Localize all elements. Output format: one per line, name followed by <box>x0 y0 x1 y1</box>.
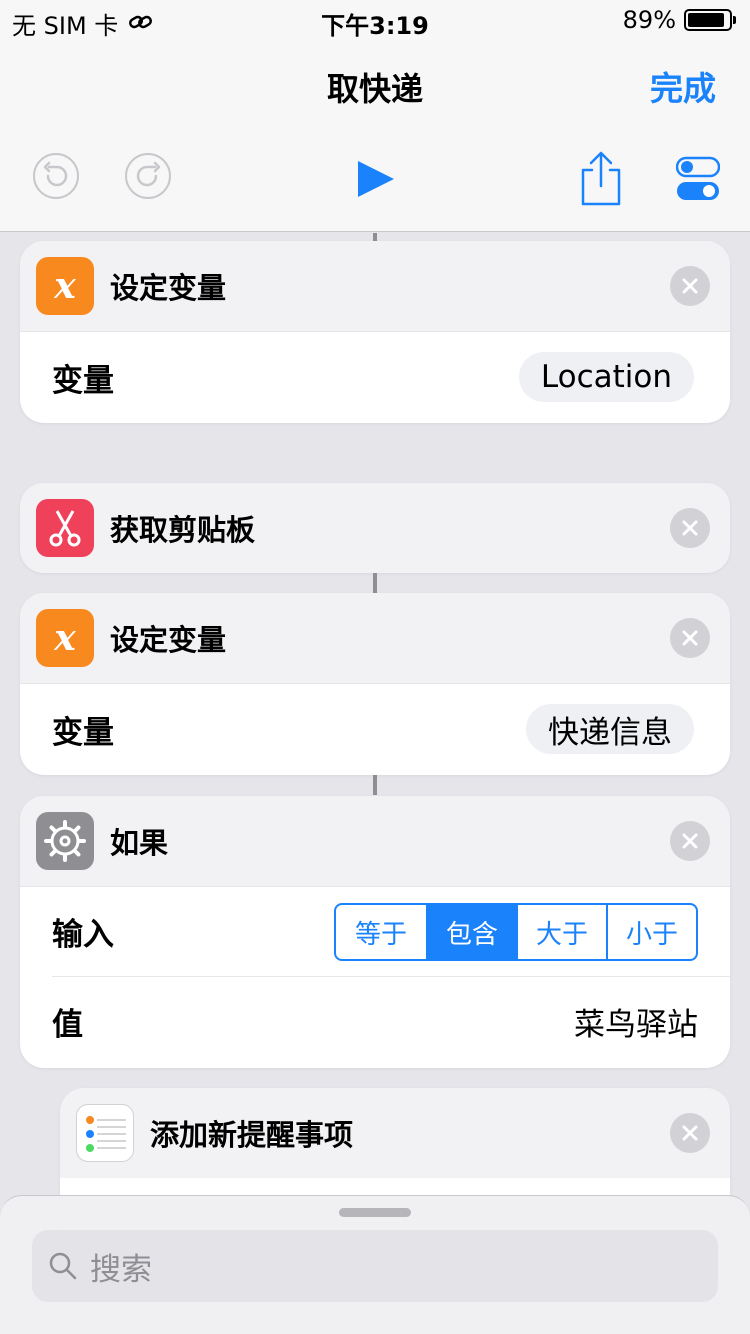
share-button[interactable] <box>578 150 624 210</box>
connector-line <box>373 233 377 241</box>
redo-button[interactable] <box>124 152 172 204</box>
connector-line <box>373 573 377 593</box>
variable-icon: x <box>36 609 94 667</box>
action-set-variable-package-info[interactable]: x 设定变量 变量 快递信息 <box>20 593 730 775</box>
status-bar: 无 SIM 卡 下午3:19 89% <box>0 0 750 42</box>
remove-action-button[interactable] <box>670 821 710 861</box>
share-icon <box>581 151 621 206</box>
variable-name-token[interactable]: Location <box>518 352 694 402</box>
battery-percent: 89% <box>622 6 676 34</box>
close-icon <box>682 520 698 536</box>
segment-contains[interactable]: 包含 <box>426 905 516 959</box>
remove-action-button[interactable] <box>670 508 710 548</box>
settings-toggle-button[interactable] <box>675 156 721 206</box>
close-icon <box>682 833 698 849</box>
search-input[interactable]: 搜索 <box>32 1230 718 1302</box>
variable-label: 变量 <box>52 715 114 751</box>
segment-less-than[interactable]: 小于 <box>606 905 696 959</box>
page-title: 取快递 <box>326 70 423 108</box>
value-label: 值 <box>52 1007 83 1043</box>
action-library-sheet: 搜索 <box>0 1195 750 1334</box>
variable-icon: x <box>36 257 94 315</box>
scissors-icon <box>36 499 94 557</box>
condition-segmented-control: 等于 包含 大于 小于 <box>334 903 698 961</box>
remove-action-button[interactable] <box>670 266 710 306</box>
action-if[interactable]: 如果 输入 等于 包含 大于 小于 值 菜鸟驿站 <box>20 796 730 1068</box>
search-placeholder: 搜索 <box>90 1251 152 1288</box>
reminders-icon <box>76 1104 134 1162</box>
value-field[interactable]: 菜鸟驿站 <box>574 999 698 1044</box>
remove-action-button[interactable] <box>670 618 710 658</box>
gear-icon <box>36 812 94 870</box>
close-icon <box>682 278 698 294</box>
action-title: 获取剪贴板 <box>110 513 256 547</box>
run-button[interactable] <box>354 158 396 204</box>
action-set-variable-location[interactable]: x 设定变量 变量 Location <box>20 241 730 423</box>
toggle-settings-icon <box>675 156 721 200</box>
workflow-actions: x 设定变量 变量 Location 获取剪贴板 x 设定变量 变量 快递信息 … <box>0 233 750 1334</box>
action-title: 如果 <box>110 826 169 860</box>
done-button[interactable]: 完成 <box>650 62 716 110</box>
action-title: 设定变量 <box>110 623 227 657</box>
variable-label: 变量 <box>52 363 114 399</box>
play-icon <box>358 161 394 197</box>
sheet-grabber[interactable] <box>339 1208 411 1217</box>
close-icon <box>682 1125 698 1141</box>
undo-button[interactable] <box>32 152 80 204</box>
remove-action-button[interactable] <box>670 1113 710 1153</box>
navigation-bar: 取快递 完成 <box>0 42 750 232</box>
battery-icon <box>684 9 736 31</box>
redo-icon <box>125 153 171 199</box>
connector-line <box>373 775 377 795</box>
input-label: 输入 <box>52 917 114 953</box>
close-icon <box>682 630 698 646</box>
segment-equals[interactable]: 等于 <box>336 905 426 959</box>
action-get-clipboard[interactable]: 获取剪贴板 <box>20 483 730 573</box>
segment-greater-than[interactable]: 大于 <box>516 905 606 959</box>
action-title: 设定变量 <box>110 271 227 305</box>
undo-icon <box>33 153 79 199</box>
search-icon <box>49 1252 77 1280</box>
variable-name-token[interactable]: 快递信息 <box>526 704 694 754</box>
action-title: 添加新提醒事项 <box>150 1118 354 1152</box>
